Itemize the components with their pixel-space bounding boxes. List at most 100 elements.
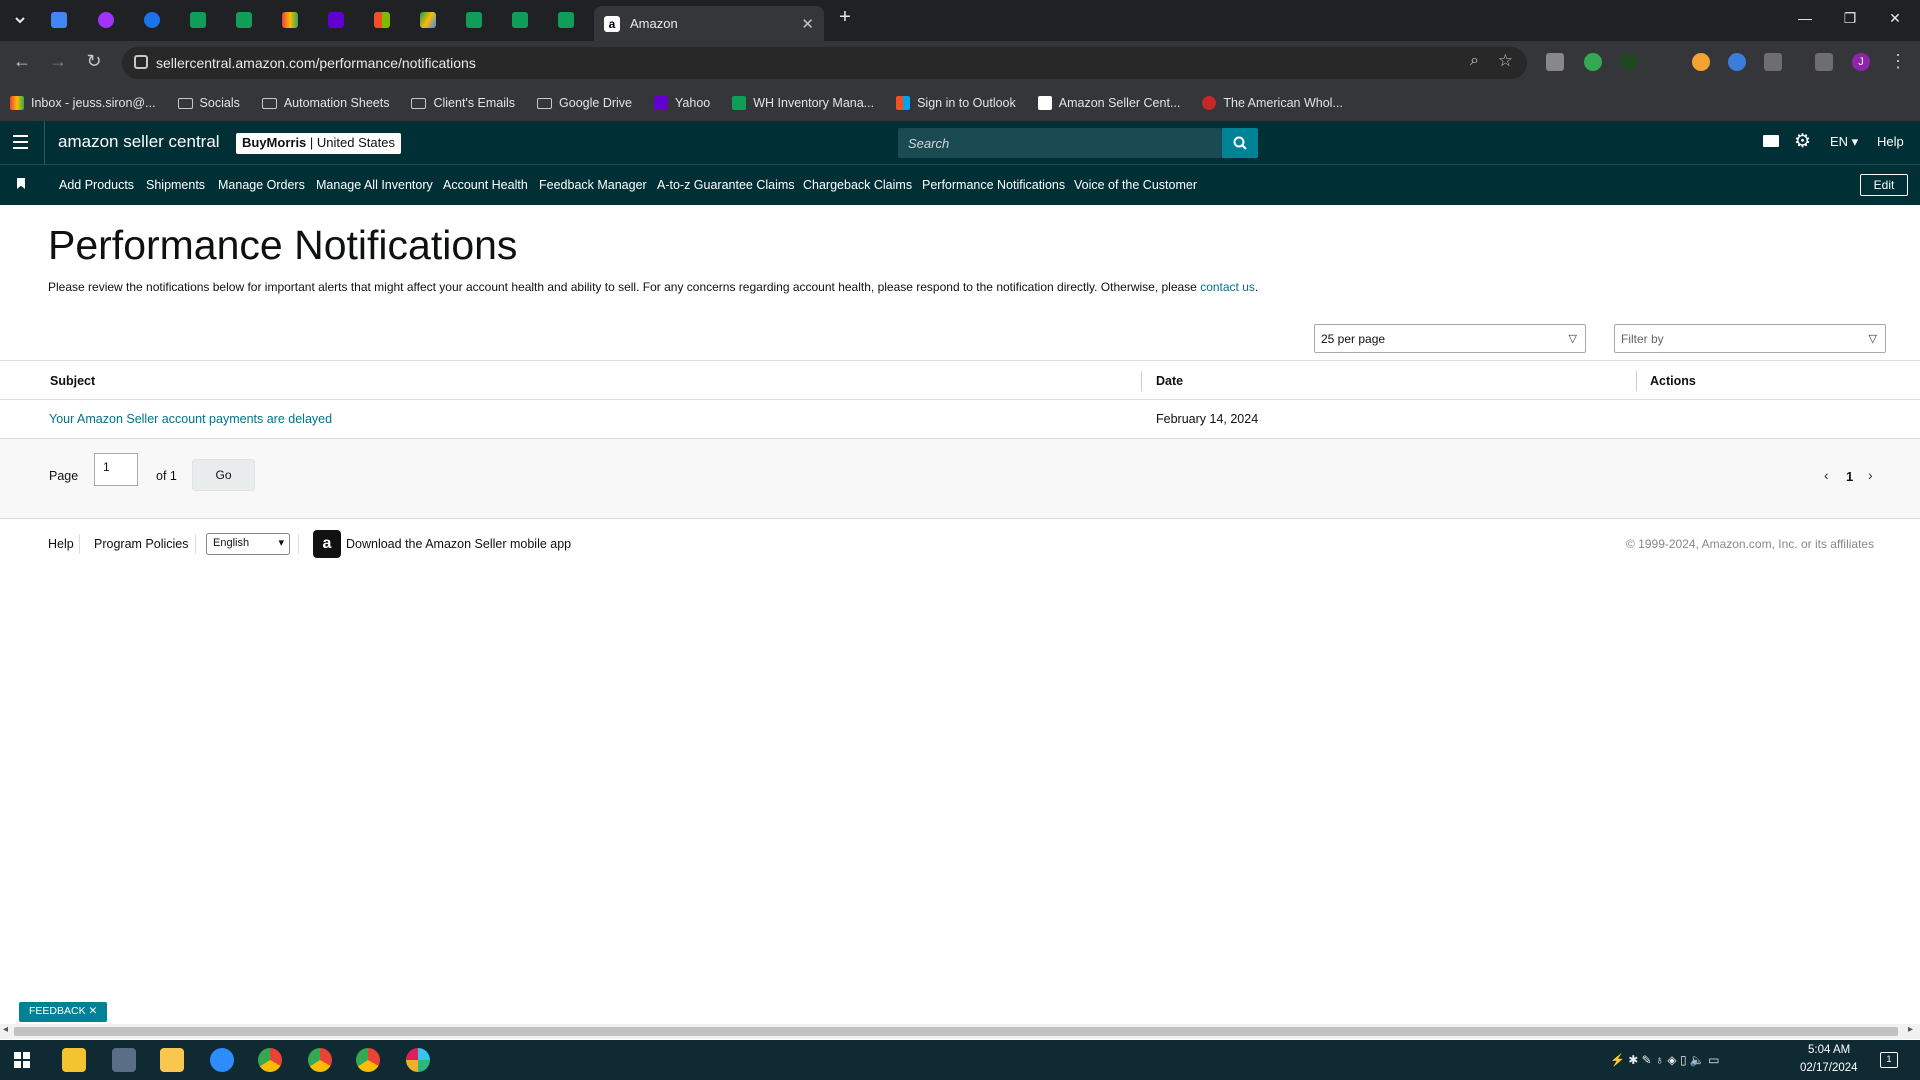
filter-select[interactable]: Filter by ▽ <box>1614 324 1886 353</box>
scroll-left-icon[interactable]: ◂ <box>3 1024 8 1035</box>
sheets-icon[interactable] <box>186 8 210 32</box>
close-window-button[interactable]: ✕ <box>1880 10 1910 27</box>
horizontal-scrollbar[interactable]: ◂ ▸ <box>0 1024 1920 1039</box>
bookmark-item[interactable]: Sign in to Outlook <box>896 96 1016 110</box>
docs-icon[interactable] <box>47 8 71 32</box>
search-input[interactable]: Search <box>898 128 1222 158</box>
nav-account-health[interactable]: Account Health <box>443 178 528 192</box>
program-policies-link[interactable]: Program Policies <box>94 537 188 551</box>
per-page-select[interactable]: 25 per page ▽ <box>1314 324 1586 353</box>
forward-icon[interactable]: → <box>46 51 70 72</box>
language-selector[interactable]: EN ▾ <box>1830 134 1858 150</box>
zoom-icon[interactable]: ⌕ <box>1470 52 1479 70</box>
close-tab-icon[interactable]: ✕ <box>801 15 814 33</box>
bookmark-item[interactable]: Inbox - jeuss.siron@... <box>10 96 156 110</box>
slack-icon[interactable] <box>406 1048 430 1072</box>
nav-manage-all-inventory[interactable]: Manage All Inventory <box>316 178 433 192</box>
sheets-icon[interactable] <box>554 8 578 32</box>
contact-us-link[interactable]: contact us <box>1200 280 1255 294</box>
seller-central-logo[interactable]: amazon seller central <box>58 132 220 152</box>
minimize-button[interactable]: — <box>1790 10 1820 26</box>
chrome-icon[interactable] <box>356 1048 380 1072</box>
profile-avatar[interactable]: J <box>1852 53 1870 71</box>
active-tab[interactable]: a Amazon ✕ <box>594 6 824 41</box>
nav-chargeback-claims[interactable]: Chargeback Claims <box>803 178 912 192</box>
windows-start-icon[interactable] <box>14 1052 30 1068</box>
tab-search-chevron-icon[interactable] <box>8 8 32 32</box>
sheets-icon[interactable] <box>508 8 532 32</box>
edit-nav-button[interactable]: Edit <box>1860 174 1908 196</box>
nav-performance-notifications[interactable]: Performance Notifications <box>922 178 1065 192</box>
current-page-number[interactable]: 1 <box>1846 469 1853 484</box>
feedback-button[interactable]: FEEDBACK ✕ <box>19 1002 108 1022</box>
notification-subject-link[interactable]: Your Amazon Seller account payments are … <box>49 412 332 426</box>
scroll-right-icon[interactable]: ▸ <box>1908 1024 1913 1035</box>
yahoo-icon[interactable] <box>324 8 348 32</box>
bookmark-item[interactable]: The American Whol... <box>1202 96 1343 110</box>
search-button[interactable] <box>1222 128 1258 158</box>
nav-a-to-z-claims[interactable]: A-to-z Guarantee Claims <box>657 178 795 192</box>
back-icon[interactable]: ← <box>10 51 34 72</box>
chrome-icon[interactable] <box>308 1048 332 1072</box>
qr-extension-icon[interactable] <box>1546 53 1564 71</box>
page-number-input[interactable]: 1 <box>94 453 138 486</box>
amazon-app-icon[interactable]: a <box>313 530 341 558</box>
messenger-icon[interactable] <box>94 8 118 32</box>
sheets-icon[interactable] <box>232 8 256 32</box>
file-explorer-icon[interactable] <box>160 1048 184 1072</box>
bookmark-star-icon[interactable]: ☆ <box>1498 51 1513 71</box>
nav-voice-of-customer[interactable]: Voice of the Customer <box>1074 178 1197 192</box>
bookmark-folder[interactable]: Automation Sheets <box>261 96 389 110</box>
nav-add-products[interactable]: Add Products <box>59 178 134 192</box>
calculator-icon[interactable] <box>112 1048 136 1072</box>
store-switcher[interactable]: BuyMorris | United States <box>236 133 401 154</box>
bookmark-icon[interactable] <box>17 178 25 189</box>
bookmark-folder[interactable]: Client's Emails <box>411 96 515 110</box>
address-bar[interactable]: sellercentral.amazon.com/performance/not… <box>122 47 1527 79</box>
browser-menu-icon[interactable]: ⋮ <box>1886 51 1910 72</box>
zoom-app-icon[interactable] <box>210 1048 234 1072</box>
download-app-link[interactable]: Download the Amazon Seller mobile app <box>346 537 571 551</box>
scrollbar-thumb[interactable] <box>14 1027 1898 1036</box>
clock-date[interactable]: 02/17/2024 <box>1800 1062 1858 1074</box>
prev-page-icon[interactable]: ‹ <box>1824 467 1829 483</box>
close-icon[interactable]: ✕ <box>89 1005 98 1017</box>
footer-help-link[interactable]: Help <box>48 537 74 551</box>
next-page-icon[interactable]: › <box>1868 467 1873 483</box>
side-panel-icon[interactable] <box>1815 53 1833 71</box>
chrome-icon[interactable] <box>258 1048 282 1072</box>
bookmark-item[interactable]: Amazon Seller Cent... <box>1037 96 1180 110</box>
bookmark-folder[interactable]: Google Drive <box>537 96 632 110</box>
nav-manage-orders[interactable]: Manage Orders <box>218 178 305 192</box>
notification-center-icon[interactable]: 1 <box>1880 1052 1898 1068</box>
column-subject[interactable]: Subject <box>50 374 95 388</box>
nav-feedback-manager[interactable]: Feedback Manager <box>539 178 647 192</box>
pen-extension-icon[interactable] <box>1656 53 1674 71</box>
restore-button[interactable]: ❐ <box>1835 10 1865 27</box>
drive-icon[interactable] <box>416 8 440 32</box>
color-extension-icon[interactable] <box>1692 53 1710 71</box>
gmail-icon[interactable] <box>278 8 302 32</box>
bookmark-folder[interactable]: Socials <box>177 96 240 110</box>
nav-shipments[interactable]: Shipments <box>146 178 205 192</box>
mail-icon[interactable] <box>1763 135 1779 147</box>
shield-extension-icon[interactable] <box>1584 53 1602 71</box>
go-button[interactable]: Go <box>192 459 255 491</box>
clock-time[interactable]: 5:04 AM <box>1808 1044 1850 1056</box>
ks-extension-icon[interactable] <box>1620 53 1638 71</box>
extensions-icon[interactable] <box>1764 53 1782 71</box>
bookmark-item[interactable]: WH Inventory Mana... <box>732 96 874 110</box>
sheets-icon[interactable] <box>462 8 486 32</box>
header-help-link[interactable]: Help <box>1877 134 1904 149</box>
reload-icon[interactable]: ↻ <box>82 51 106 72</box>
microsoft-icon[interactable] <box>370 8 394 32</box>
puzzle-extension-icon[interactable] <box>1728 53 1746 71</box>
settings-gear-icon[interactable]: ⚙ <box>1794 130 1811 153</box>
hamburger-menu-icon[interactable] <box>13 135 28 149</box>
bookmark-item[interactable]: Yahoo <box>654 96 710 110</box>
new-tab-button[interactable]: + <box>830 6 860 29</box>
footer-language-select[interactable]: English ▾ <box>206 533 290 555</box>
sticky-notes-icon[interactable] <box>62 1048 86 1072</box>
site-info-icon[interactable] <box>134 55 148 69</box>
tray-icons[interactable]: ⚡ ✱ ✎ ♁ ◈ ▯ 🔈 ▭ <box>1610 1053 1720 1067</box>
